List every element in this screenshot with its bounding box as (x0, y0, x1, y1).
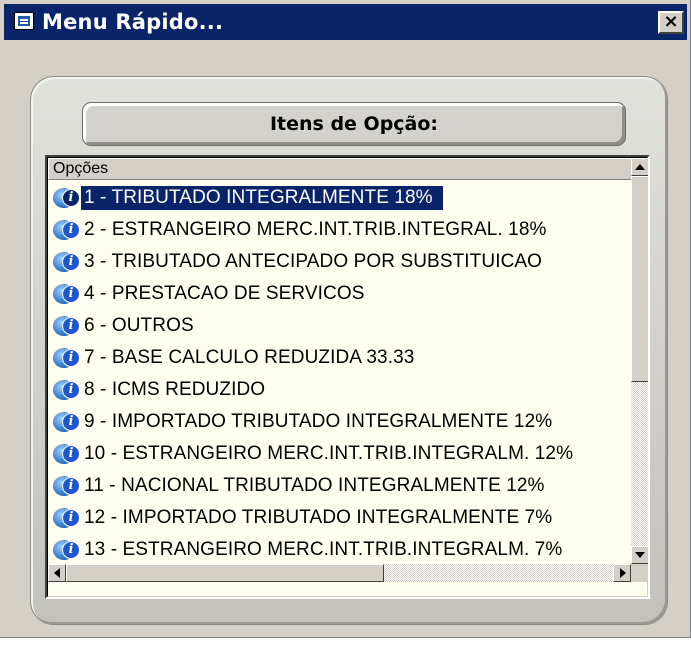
info-icon: i (62, 253, 80, 271)
info-icon: i (62, 509, 80, 527)
list-item-label: 11 - NACIONAL TRIBUTADO INTEGRALMENTE 12… (84, 475, 545, 496)
scroll-down-button[interactable] (631, 546, 648, 564)
horizontal-scrollbar[interactable] (48, 564, 631, 582)
list-item-label: 9 - IMPORTADO TRIBUTADO INTEGRALMENTE 12… (84, 411, 553, 432)
list-item-label: 3 - TRIBUTADO ANTECIPADO POR SUBSTITUICA… (84, 251, 543, 272)
list-item-label: 2 - ESTRANGEIRO MERC.INT.TRIB.INTEGRAL. … (84, 219, 547, 240)
column-header-opcoes[interactable]: Opções (48, 158, 631, 180)
info-disk-icon: i (53, 506, 81, 530)
arrow-right-icon (620, 568, 626, 578)
info-icon: i (62, 445, 80, 463)
list-item[interactable]: i 10 - ESTRANGEIRO MERC.INT.TRIB.INTEGRAL… (48, 438, 631, 470)
close-icon: × (663, 11, 679, 32)
window-title: Menu Rápido... (42, 10, 224, 34)
scrollbar-corner (631, 564, 648, 582)
list-item-label: 4 - PRESTACAO DE SERVICOS (84, 283, 365, 304)
list-item[interactable]: i1 - TRIBUTADO INTEGRALMENTE 18% (48, 182, 631, 214)
arrow-left-icon (54, 568, 60, 578)
list-item[interactable]: i 11 - NACIONAL TRIBUTADO INTEGRALMENTE 1… (48, 470, 631, 502)
scroll-up-button[interactable] (631, 158, 648, 176)
list-item-label: 1 - TRIBUTADO INTEGRALMENTE 18% (81, 186, 443, 210)
list-item[interactable]: i6 - OUTROS (48, 310, 631, 342)
info-disk-icon: i (53, 538, 81, 562)
list-item[interactable]: i 12 - IMPORTADO TRIBUTADO INTEGRALMENTE … (48, 502, 631, 534)
info-icon: i (62, 477, 80, 495)
info-disk-icon: i (53, 314, 81, 338)
options-panel: Itens de Opção: Opções i1 - TRIBUTADO IN… (30, 76, 668, 625)
app-window-icon (14, 12, 34, 30)
info-icon: i (62, 221, 80, 239)
list-item-label: 7 - BASE CALCULO REDUZIDA 33.33 (84, 347, 415, 368)
arrow-down-icon (635, 552, 645, 558)
list-item[interactable]: i9 - IMPORTADO TRIBUTADO INTEGRALMENTE 1… (48, 406, 631, 438)
quick-menu-window: Menu Rápido... × Itens de Opção: Opções … (0, 0, 691, 638)
options-listbox[interactable]: Opções i1 - TRIBUTADO INTEGRALMENTE 18% i… (45, 155, 650, 599)
list-item[interactable]: i 13 - ESTRANGEIRO MERC.INT.TRIB.INTEGRAL… (48, 534, 631, 564)
info-disk-icon: i (53, 218, 81, 242)
info-disk-icon: i (53, 378, 81, 402)
list-item-label: 13 - ESTRANGEIRO MERC.INT.TRIB.INTEGRALM… (84, 539, 563, 560)
info-icon: i (62, 189, 80, 207)
options-header: Itens de Opção: (82, 102, 626, 146)
info-disk-icon: i (53, 474, 81, 498)
info-disk-icon: i (53, 410, 81, 434)
info-disk-icon: i (53, 442, 81, 466)
info-icon: i (62, 317, 80, 335)
list-item[interactable]: i2 - ESTRANGEIRO MERC.INT.TRIB.INTEGRAL.… (48, 214, 631, 246)
info-disk-icon: i (53, 346, 81, 370)
list-item[interactable]: i3 - TRIBUTADO ANTECIPADO POR SUBSTITUIC… (48, 246, 631, 278)
list-item[interactable]: i7 - BASE CALCULO REDUZIDA 33.33 (48, 342, 631, 374)
options-list: i1 - TRIBUTADO INTEGRALMENTE 18% i 2 - EST… (48, 182, 631, 564)
info-icon: i (62, 413, 80, 431)
info-disk-icon: i (53, 282, 81, 306)
list-item[interactable]: i4 - PRESTACAO DE SERVICOS (48, 278, 631, 310)
info-icon: i (62, 285, 80, 303)
listbox-frame: Opções i1 - TRIBUTADO INTEGRALMENTE 18% i… (47, 157, 648, 597)
vertical-scrollbar[interactable] (631, 158, 648, 564)
vertical-scroll-thumb[interactable] (631, 176, 648, 382)
scroll-left-button[interactable] (48, 564, 66, 582)
options-header-label: Itens de Opção: (269, 113, 439, 135)
info-disk-icon: i (53, 186, 81, 210)
scroll-right-button[interactable] (613, 564, 631, 582)
info-icon: i (62, 541, 80, 559)
arrow-up-icon (635, 164, 645, 170)
list-item-label: 10 - ESTRANGEIRO MERC.INT.TRIB.INTEGRALM… (84, 443, 574, 464)
close-button[interactable]: × (658, 11, 684, 34)
info-icon: i (62, 349, 80, 367)
title-bar[interactable]: Menu Rápido... × (4, 4, 687, 40)
info-icon: i (62, 381, 80, 399)
list-item-label: 12 - IMPORTADO TRIBUTADO INTEGRALMENTE 7… (84, 507, 553, 528)
horizontal-scroll-thumb[interactable] (66, 564, 384, 582)
list-item-label: 6 - OUTROS (84, 315, 194, 336)
list-item-label: 8 - ICMS REDUZIDO (84, 379, 266, 400)
list-item[interactable]: i8 - ICMS REDUZIDO (48, 374, 631, 406)
info-disk-icon: i (53, 250, 81, 274)
